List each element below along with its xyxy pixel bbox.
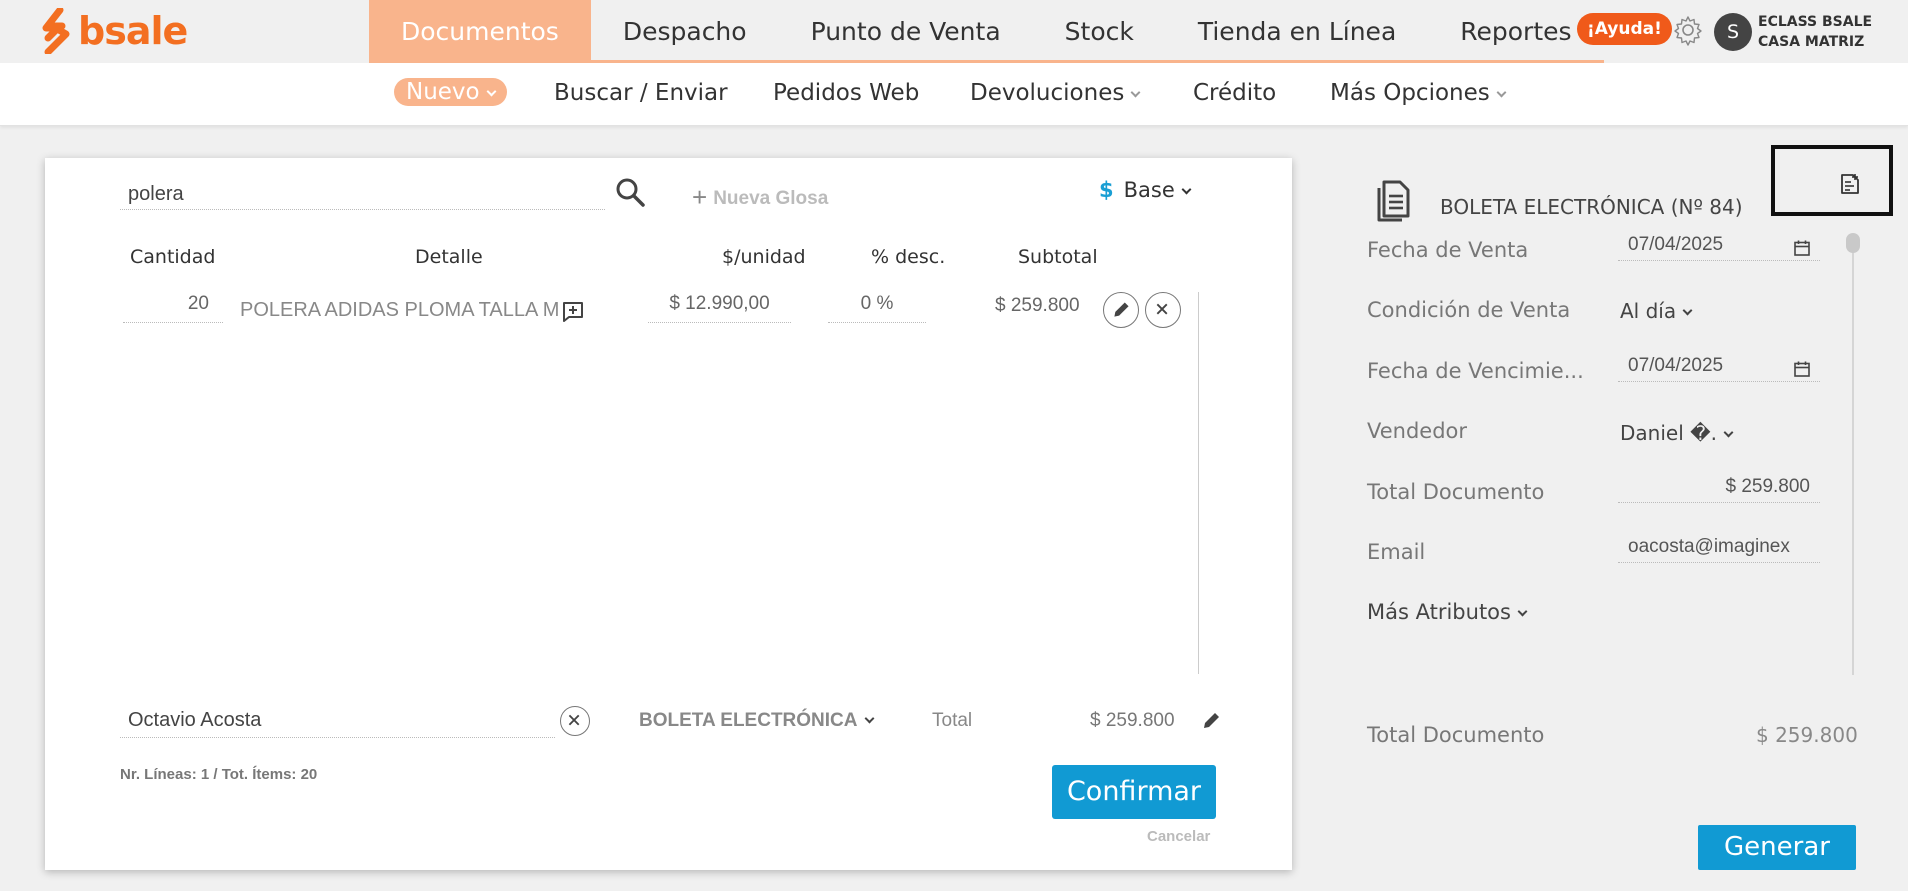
total-document-label: Total Documento — [1367, 480, 1545, 504]
subnav-devoluciones-label: Devoluciones — [970, 80, 1125, 106]
chevron-down-icon — [864, 713, 874, 724]
document-type-label: BOLETA ELECTRÓNICA — [639, 710, 858, 731]
brand-name: bsale — [78, 9, 188, 53]
chevron-down-icon — [1496, 87, 1507, 98]
total-document-input[interactable]: $ 259.800 — [1618, 473, 1820, 503]
company-info[interactable]: ECLASS BSALE CASA MATRIZ — [1758, 12, 1872, 52]
generate-button[interactable]: Generar — [1698, 825, 1856, 870]
sale-condition-label: Condición de Venta — [1367, 298, 1571, 322]
column-header-subtotal: Subtotal — [1018, 246, 1098, 268]
product-search-input[interactable]: polera — [120, 180, 605, 210]
calendar-icon[interactable] — [1794, 237, 1810, 256]
summary-total-label: Total Documento — [1367, 723, 1545, 747]
gear-icon[interactable] — [1672, 14, 1704, 46]
column-header-detalle: Detalle — [415, 246, 483, 268]
more-attributes-toggle[interactable]: Más Atributos — [1367, 600, 1528, 624]
highlight-box — [1771, 145, 1893, 216]
due-date-input[interactable]: 07/04/2025 — [1618, 352, 1820, 382]
row-subtotal: $ 259.800 — [995, 295, 1080, 316]
sale-condition-value: Al día — [1620, 299, 1677, 323]
price-list-select[interactable]: $ Base — [1099, 178, 1192, 202]
top-bar: bsale Documentos Despacho Punto de Venta… — [0, 0, 1908, 63]
chevron-down-icon — [1723, 427, 1734, 438]
price-list-label: Base — [1123, 178, 1175, 202]
document-icon — [1374, 178, 1414, 222]
pencil-icon — [1104, 302, 1138, 331]
subnav-credito[interactable]: Crédito — [1193, 80, 1276, 106]
row-detail: POLERA ADIDAS PLOMA TALLA M — [240, 299, 560, 321]
row-delete-button[interactable] — [1145, 292, 1181, 328]
seller-value: Daniel �. — [1620, 421, 1717, 445]
chevron-down-icon — [486, 86, 497, 97]
plus-icon: + — [692, 182, 708, 212]
scrollbar-thumb[interactable] — [1846, 233, 1860, 253]
subnav-mas-opciones-label: Más Opciones — [1330, 80, 1490, 106]
sale-date-label: Fecha de Venta — [1367, 238, 1529, 262]
chevron-down-icon — [1517, 606, 1528, 617]
sale-condition-select[interactable]: Al día — [1620, 299, 1693, 323]
company-name: ECLASS BSALE — [1758, 14, 1873, 30]
bsale-logo-icon — [38, 6, 72, 56]
subnav-devoluciones[interactable]: Devoluciones — [970, 80, 1141, 106]
seller-label: Vendedor — [1367, 419, 1468, 443]
nav-punto-de-venta[interactable]: Punto de Venta — [779, 0, 1033, 60]
table-divider — [1198, 292, 1199, 674]
help-button[interactable]: ¡Ayuda! — [1577, 13, 1672, 45]
sale-date-input[interactable]: 07/04/2025 — [1618, 231, 1820, 261]
row-edit-button[interactable] — [1103, 292, 1139, 328]
nav-documentos[interactable]: Documentos — [369, 0, 591, 60]
price-list-symbol: $ — [1099, 178, 1114, 202]
close-icon — [1146, 303, 1180, 331]
subnav-pedidos-web[interactable]: Pedidos Web — [773, 80, 919, 106]
main-nav: Documentos Despacho Punto de Venta Stock… — [369, 0, 1604, 63]
avatar[interactable]: S — [1714, 13, 1752, 51]
company-branch: CASA MATRIZ — [1758, 34, 1865, 50]
summary-total-value: $ 259.800 — [1756, 723, 1858, 747]
document-type-select[interactable]: BOLETA ELECTRÓNICA — [639, 710, 874, 732]
row-unit-price-input[interactable]: $ 12.990,00 — [648, 293, 791, 323]
chevron-down-icon — [1181, 184, 1192, 195]
total-label: Total — [932, 710, 973, 731]
chevron-down-icon — [1130, 87, 1141, 98]
calendar-icon[interactable] — [1794, 358, 1810, 377]
sub-nav: Nuevo Buscar / Enviar Pedidos Web Devolu… — [0, 63, 1908, 126]
nav-tienda-en-linea[interactable]: Tienda en Línea — [1166, 0, 1428, 60]
pencil-icon[interactable] — [1201, 709, 1223, 731]
customer-input[interactable]: Octavio Acosta — [120, 706, 555, 738]
subnav-nuevo[interactable]: Nuevo — [394, 78, 507, 106]
chevron-down-icon — [1682, 305, 1693, 316]
subnav-buscar-enviar[interactable]: Buscar / Enviar — [554, 80, 728, 106]
email-label: Email — [1367, 540, 1426, 564]
column-header-discount: % desc. — [871, 246, 946, 268]
close-icon — [561, 714, 589, 739]
more-attributes-label: Más Atributos — [1367, 600, 1511, 624]
due-date-value: 07/04/2025 — [1628, 355, 1724, 376]
cancel-link[interactable]: Cancelar — [1147, 828, 1210, 845]
new-glosa-button[interactable]: + Nueva Glosa — [692, 180, 829, 212]
column-header-unit-price: $/unidad — [722, 246, 806, 268]
confirm-button[interactable]: Confirmar — [1052, 765, 1216, 819]
total-value: $ 259.800 — [1090, 710, 1175, 731]
clear-customer-button[interactable] — [560, 706, 590, 736]
new-glosa-label: Nueva Glosa — [713, 188, 829, 209]
email-input[interactable]: oacosta@imaginex — [1618, 533, 1820, 563]
search-icon[interactable] — [614, 176, 646, 208]
document-editor-card: polera + Nueva Glosa $ Base Cantidad Detal… — [45, 158, 1292, 870]
column-header-cantidad: Cantidad — [130, 246, 216, 268]
scrollbar-track[interactable] — [1852, 235, 1854, 675]
subnav-mas-opciones[interactable]: Más Opciones — [1330, 80, 1507, 106]
due-date-label: Fecha de Vencimie... — [1367, 359, 1584, 383]
nav-stock[interactable]: Stock — [1033, 0, 1166, 60]
nav-despacho[interactable]: Despacho — [591, 0, 779, 60]
row-discount-input[interactable]: 0 % — [828, 293, 926, 323]
subnav-nuevo-label: Nuevo — [406, 79, 480, 105]
document-title: BOLETA ELECTRÓNICA (Nº 84) — [1440, 195, 1743, 219]
note-add-icon[interactable] — [1838, 172, 1862, 196]
sale-date-value: 07/04/2025 — [1628, 234, 1724, 255]
lines-summary: Nr. Líneas: 1 / Tot. Ítems: 20 — [120, 766, 318, 783]
row-quantity-input[interactable]: 20 — [123, 293, 223, 323]
brand-logo[interactable]: bsale — [38, 6, 188, 56]
seller-select[interactable]: Daniel �. — [1620, 421, 1734, 445]
add-comment-icon[interactable] — [562, 301, 584, 323]
